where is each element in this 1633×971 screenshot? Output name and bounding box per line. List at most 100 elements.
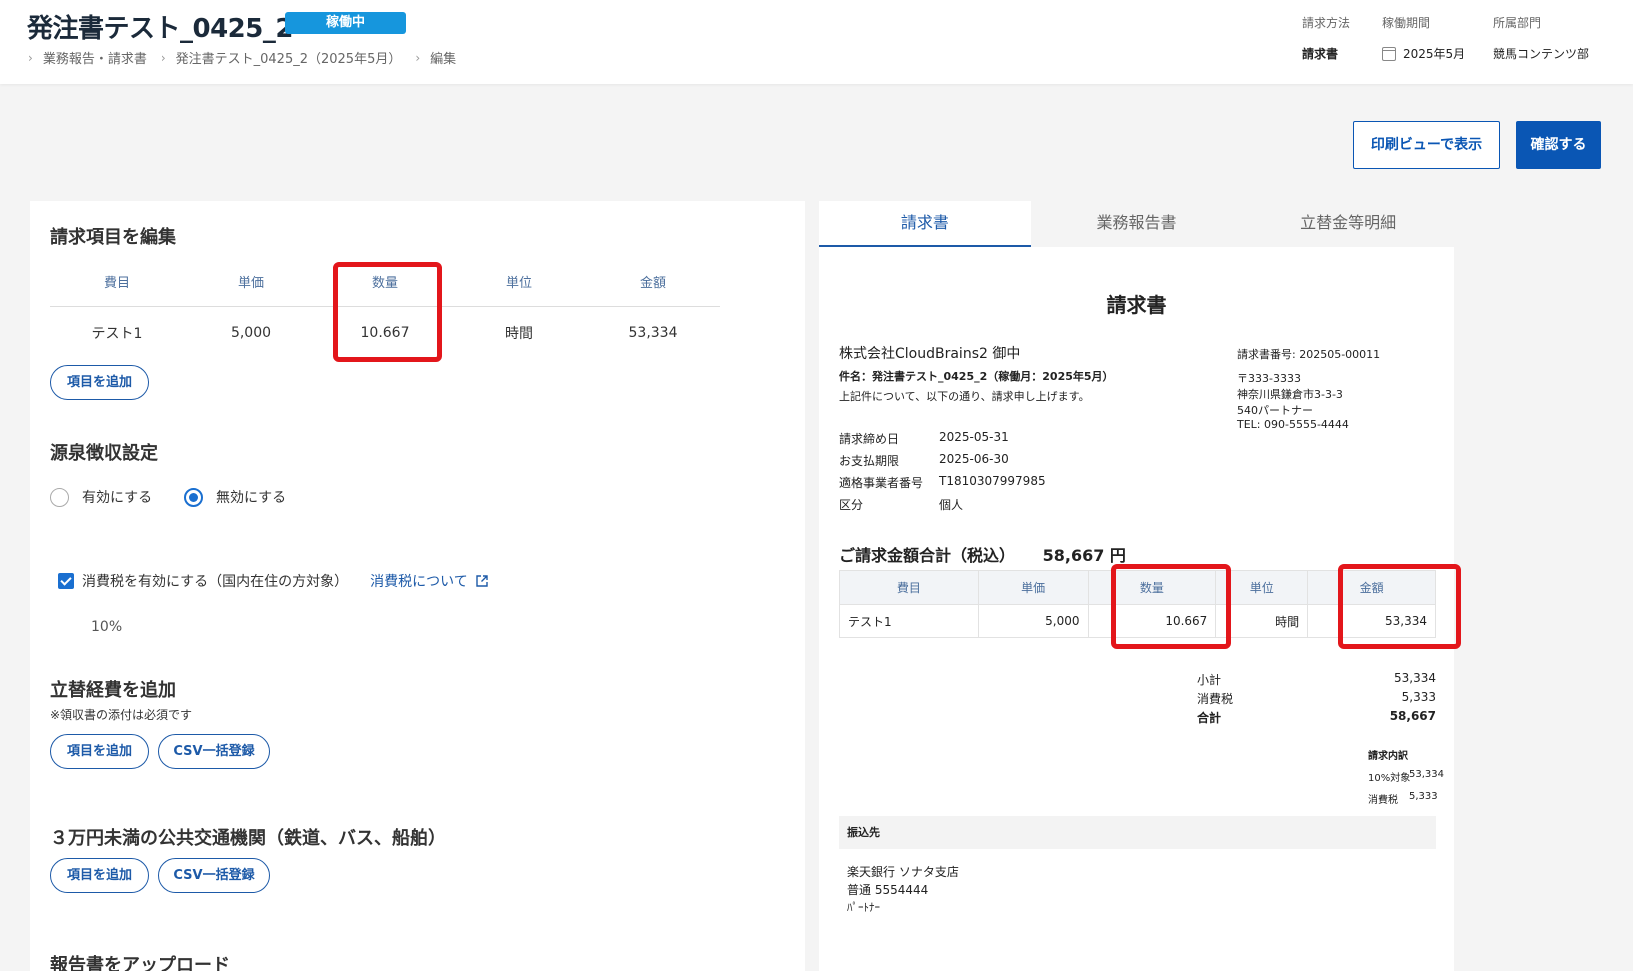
cell-amount: 53,334	[628, 325, 678, 341]
table-header: 費目 単価 数量 単位 金額	[839, 570, 1436, 605]
summary-value: 53,334	[1394, 671, 1436, 685]
tab-invoice[interactable]: 請求書	[819, 201, 1031, 247]
document-tabs: 請求書 業務報告書 立替金等明細	[819, 201, 1454, 247]
billing-items-table: 費目 単価 数量 単位 金額 テスト1 5,000 10.667 時間 53,3…	[50, 257, 720, 359]
radio-circle[interactable]	[184, 487, 203, 507]
section-title-withholding: 源泉徴収設定	[50, 443, 158, 464]
meta-value: 請求書	[1302, 47, 1339, 61]
total-label: ご請求金額合計（税込）	[839, 546, 1016, 565]
meta-label: 所属部門	[1493, 16, 1542, 30]
radio-withholding-enable[interactable]: 有効にする	[50, 487, 152, 507]
external-link-icon[interactable]	[476, 575, 488, 587]
receipt-note: ※領収書の添付は必須です	[50, 708, 193, 722]
consumption-tax-link[interactable]: 消費税について	[370, 571, 488, 591]
section-title-upload: 報告書をアップロード	[50, 955, 230, 971]
page-header: 発注書テスト_0425_2 稼働中 › 業務報告・請求書 › 発注書テスト_04…	[0, 0, 1633, 84]
field-label: 適格事業者番号	[839, 476, 924, 490]
radio-label: 無効にする	[216, 490, 287, 506]
checkbox-label[interactable]: 消費税を有効にする（国内在住の方対象）	[82, 571, 348, 591]
column-header: 数量	[1087, 570, 1217, 605]
field-value: 個人	[939, 498, 964, 512]
breakdown-value: 5,333	[1409, 791, 1438, 802]
field-value: 2025-05-31	[939, 430, 1009, 444]
page-title: 発注書テスト_0425_2	[27, 14, 293, 44]
link-label[interactable]: 消費税について	[370, 571, 468, 591]
radio-circle[interactable]	[50, 487, 69, 507]
table-header: 費目 単価 数量 単位 金額	[50, 257, 720, 307]
breakdown-label: 消費税	[1368, 795, 1398, 806]
summary-total: 合計 58,667	[1197, 709, 1436, 726]
meta-department: 所属部門 競馬コンテンツ部	[1493, 14, 1589, 62]
breadcrumb-item[interactable]: 業務報告・請求書	[43, 48, 147, 67]
issuer-postal: 〒333-3333	[1237, 372, 1301, 385]
breakdown-value: 53,334	[1409, 769, 1444, 780]
section-title-expenses: 立替経費を追加	[50, 680, 176, 701]
add-billing-item-button[interactable]: 項目を追加	[50, 365, 149, 400]
add-transport-button[interactable]: 項目を追加	[50, 858, 149, 893]
invoice-field: 区分 個人	[839, 496, 963, 513]
field-label: 請求締め日	[839, 432, 900, 446]
field-label: お支払期限	[839, 454, 900, 468]
status-badge: 稼働中	[285, 12, 406, 34]
cell-unit-price: 5,000	[977, 604, 1089, 638]
invoice-title: 請求書	[1106, 293, 1167, 317]
invoice-preview: 請求書 株式会社CloudBrains2 御中 件名：発注書テスト_0425_2…	[819, 247, 1454, 971]
chevron-right-icon: ›	[415, 50, 421, 65]
cell-unit[interactable]: 時間	[452, 323, 586, 343]
summary-value: 5,333	[1401, 690, 1436, 704]
summary-subtotal: 小計 53,334	[1197, 671, 1436, 688]
column-header: 金額	[1307, 570, 1436, 605]
cell-unit-price[interactable]: 5,000	[184, 325, 318, 341]
meta-billing-method: 請求方法 請求書	[1302, 14, 1350, 62]
column-header: 費目	[103, 276, 130, 291]
bank-section-title: 振込先	[839, 816, 1436, 849]
meta-value: 2025年5月	[1403, 47, 1466, 61]
field-value: T1810307997985	[939, 474, 1046, 488]
bank-holder: ﾊﾟｰﾄﾅｰ	[847, 901, 880, 914]
invoice-recipient: 株式会社CloudBrains2 御中	[839, 346, 1021, 362]
tab-work-report[interactable]: 業務報告書	[1031, 201, 1243, 247]
field-label: 区分	[839, 498, 864, 512]
consumption-tax-checkbox[interactable]	[58, 573, 74, 589]
section-title-billing-items: 請求項目を編集	[50, 227, 176, 248]
tab-expense-details[interactable]: 立替金等明細	[1242, 201, 1454, 247]
meta-label: 請求方法	[1302, 16, 1351, 30]
invoice-subject: 件名：発注書テスト_0425_2（稼働月：2025年5月）	[839, 370, 1114, 383]
cell-quantity[interactable]: 10.667	[318, 325, 452, 341]
expense-csv-button[interactable]: CSV一括登録	[158, 734, 270, 769]
summary-tax: 消費税 5,333	[1197, 690, 1436, 707]
calendar-icon	[1382, 46, 1396, 61]
field-value: 2025-06-30	[939, 452, 1009, 466]
column-header: 費目	[839, 570, 979, 605]
cell-item[interactable]: テスト1	[50, 323, 184, 343]
breadcrumb: › 業務報告・請求書 › 発注書テスト_0425_2（2025年5月） › 編集	[28, 48, 470, 68]
confirm-button[interactable]: 確認する	[1516, 121, 1601, 169]
meta-work-period: 稼働期間 2025年5月	[1382, 14, 1465, 62]
meta-label: 稼働期間	[1382, 16, 1431, 30]
invoice-field: お支払期限 2025-06-30	[839, 452, 1009, 469]
add-expense-button[interactable]: 項目を追加	[50, 734, 149, 769]
invoice-total: ご請求金額合計（税込） 58,667 円	[839, 542, 1126, 566]
table-row[interactable]: テスト1 5,000 10.667 時間 53,334	[50, 307, 720, 359]
breadcrumb-item[interactable]: 発注書テスト_0425_2（2025年5月）	[176, 48, 402, 67]
column-header: 単位	[505, 276, 532, 291]
summary-label: 小計	[1197, 673, 1222, 687]
invoice-items-table: 費目 単価 数量 単位 金額 テスト1 5,000 10.667 時間 53,3…	[839, 570, 1436, 638]
cell-amount: 53,334	[1307, 604, 1436, 638]
summary-value: 58,667	[1389, 709, 1436, 723]
breakdown-title: 請求内訳	[1368, 751, 1408, 762]
print-view-button[interactable]: 印刷ビューで表示	[1353, 121, 1500, 169]
transport-csv-button[interactable]: CSV一括登録	[158, 858, 270, 893]
cell-quantity: 10.667	[1087, 604, 1217, 638]
cell-unit: 時間	[1215, 604, 1309, 638]
tax-rate: 10%	[91, 619, 123, 635]
issuer-address: 神奈川県鎌倉市3-3-3	[1237, 388, 1343, 401]
radio-withholding-disable[interactable]: 無効にする	[184, 487, 286, 507]
invoice-field: 適格事業者番号 T1810307997985	[839, 474, 1046, 491]
cell-item: テスト1	[839, 604, 979, 638]
issuer-name: 540パートナー	[1237, 404, 1313, 417]
column-header: 数量	[371, 276, 398, 291]
column-header: 単価	[237, 276, 264, 291]
breakdown-label: 10%対象	[1368, 773, 1411, 784]
edit-panel: 請求項目を編集 費目 単価 数量 単位 金額 テスト1 5,000 10.667…	[30, 201, 805, 971]
